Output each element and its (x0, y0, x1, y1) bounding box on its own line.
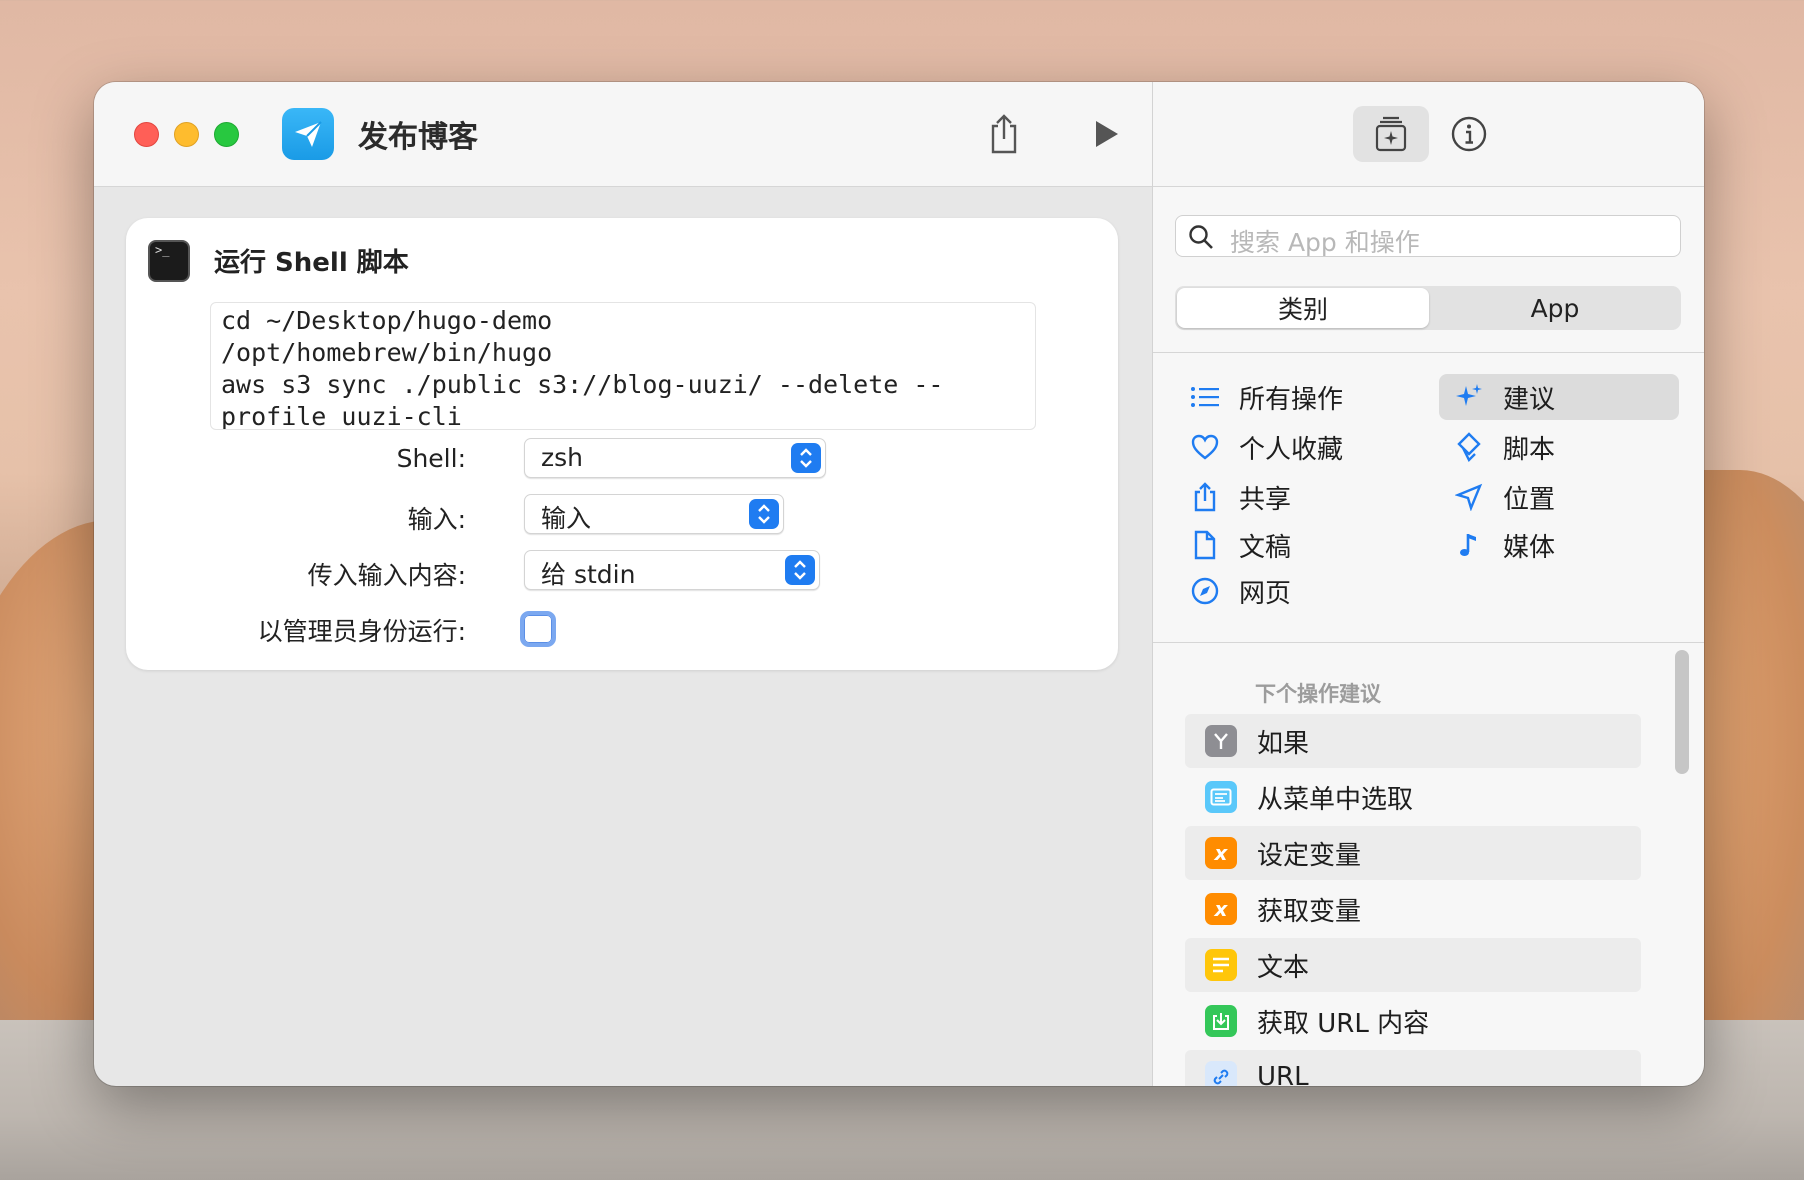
segment-categories[interactable]: 类别 (1177, 288, 1429, 328)
suggestion-get-variable[interactable]: x 获取变量 (1185, 882, 1641, 936)
shell-popup[interactable]: zsh (524, 438, 826, 478)
variable-icon: x (1205, 837, 1237, 869)
script-icon (1451, 431, 1487, 463)
shell-value: zsh (541, 443, 583, 472)
suggestion-get-url-contents[interactable]: 获取 URL 内容 (1185, 994, 1641, 1048)
category-suggestions[interactable]: 建议 (1439, 374, 1679, 420)
editor-titlebar: 发布博客 (94, 82, 1152, 187)
close-button[interactable] (134, 122, 159, 147)
category-favorites[interactable]: 个人收藏 (1175, 424, 1415, 470)
suggestion-choose-from-menu[interactable]: 从菜单中选取 (1185, 770, 1641, 824)
action-title: 运行 Shell 脚本 (214, 248, 409, 278)
suggestion-if[interactable]: 如果 (1185, 714, 1641, 768)
search-icon (1189, 225, 1213, 249)
run-as-admin-checkbox[interactable] (520, 611, 556, 647)
pass-input-label: 传入输入内容: (307, 561, 466, 590)
segment-apps[interactable]: App (1431, 288, 1679, 328)
action-library-sidebar: 搜索 App 和操作 类别 App 所有操作 建议 个人收藏 脚本 共享 位置 … (1152, 82, 1704, 1086)
menu-icon (1205, 781, 1237, 813)
category-media[interactable]: 媒体 (1439, 522, 1679, 568)
search-placeholder: 搜索 App 和操作 (1230, 228, 1420, 257)
category-sharing[interactable]: 共享 (1175, 474, 1415, 520)
minimize-button[interactable] (174, 122, 199, 147)
suggestion-label: 如果 (1257, 728, 1310, 759)
category-label: 脚本 (1503, 434, 1556, 465)
location-arrow-icon (1451, 481, 1487, 513)
shortcut-paper-plane-icon[interactable] (282, 108, 334, 160)
terminal-icon: >_ (148, 240, 190, 282)
category-scripting[interactable]: 脚本 (1439, 424, 1679, 470)
text-icon (1205, 949, 1237, 981)
suggestion-label: 获取变量 (1257, 896, 1362, 927)
category-label: 位置 (1503, 484, 1556, 515)
category-label: 所有操作 (1239, 384, 1344, 415)
script-editor[interactable]: cd ~/Desktop/hugo-demo /opt/homebrew/bin… (210, 302, 1036, 430)
window-title[interactable]: 发布博客 (358, 112, 478, 156)
zoom-button[interactable] (214, 122, 239, 147)
music-note-icon (1451, 529, 1487, 561)
input-value: 输入 (541, 504, 592, 533)
document-icon (1187, 529, 1223, 561)
suggestion-label: 从菜单中选取 (1257, 784, 1414, 815)
input-popup[interactable]: 输入 (524, 494, 784, 534)
category-segmented-control: 类别 App (1175, 286, 1681, 330)
list-icon (1187, 381, 1223, 413)
chevron-updown-icon (791, 443, 821, 473)
suggestion-set-variable[interactable]: x 设定变量 (1185, 826, 1641, 880)
download-icon (1205, 1005, 1237, 1037)
variable-icon: x (1205, 893, 1237, 925)
shell-label: Shell: (396, 444, 466, 473)
category-all-actions[interactable]: 所有操作 (1175, 374, 1415, 420)
suggestion-url[interactable]: URL (1185, 1050, 1641, 1086)
info-icon[interactable] (1449, 114, 1489, 154)
shortcuts-window: 发布博客 >_ 运行 Shell 脚本 cd ~/Desktop/hugo-de… (94, 82, 1704, 1086)
category-label: 媒体 (1503, 532, 1556, 563)
share-icon[interactable] (984, 112, 1024, 156)
run-shell-script-action: >_ 运行 Shell 脚本 cd ~/Desktop/hugo-demo /o… (126, 218, 1118, 670)
pass-input-value: 给 stdin (541, 560, 636, 589)
suggestion-label: URL (1257, 1062, 1309, 1086)
search-input[interactable]: 搜索 App 和操作 (1175, 215, 1681, 257)
category-documents[interactable]: 文稿 (1175, 522, 1415, 568)
category-label: 文稿 (1239, 532, 1292, 563)
sidebar-scrollbar[interactable] (1675, 650, 1689, 774)
heart-icon (1187, 431, 1223, 463)
category-web[interactable]: 网页 (1175, 568, 1415, 614)
suggestion-label: 文本 (1257, 952, 1310, 983)
category-label: 建议 (1503, 384, 1556, 415)
compass-icon (1187, 575, 1223, 607)
next-action-suggestions-title: 下个操作建议 (1255, 682, 1381, 706)
category-label: 个人收藏 (1239, 434, 1344, 465)
chevron-updown-icon (749, 499, 779, 529)
if-branch-icon (1205, 725, 1237, 757)
play-icon[interactable] (1090, 118, 1122, 150)
category-label: 共享 (1239, 484, 1292, 515)
input-label: 输入: (407, 505, 466, 534)
suggestion-text[interactable]: 文本 (1185, 938, 1641, 992)
divider (1153, 642, 1704, 643)
action-library-icon[interactable] (1353, 106, 1429, 162)
category-label: 网页 (1239, 578, 1292, 609)
share-icon (1187, 481, 1223, 513)
run-as-admin-label: 以管理员身份运行: (257, 617, 466, 646)
link-icon (1205, 1061, 1237, 1086)
sidebar-toolbar (1153, 82, 1704, 187)
chevron-updown-icon (785, 555, 815, 585)
category-location[interactable]: 位置 (1439, 474, 1679, 520)
suggestion-label: 获取 URL 内容 (1257, 1008, 1430, 1039)
divider (1153, 352, 1704, 353)
suggestion-label: 设定变量 (1257, 840, 1362, 871)
sparkles-icon (1451, 381, 1487, 413)
pass-input-popup[interactable]: 给 stdin (524, 550, 820, 590)
